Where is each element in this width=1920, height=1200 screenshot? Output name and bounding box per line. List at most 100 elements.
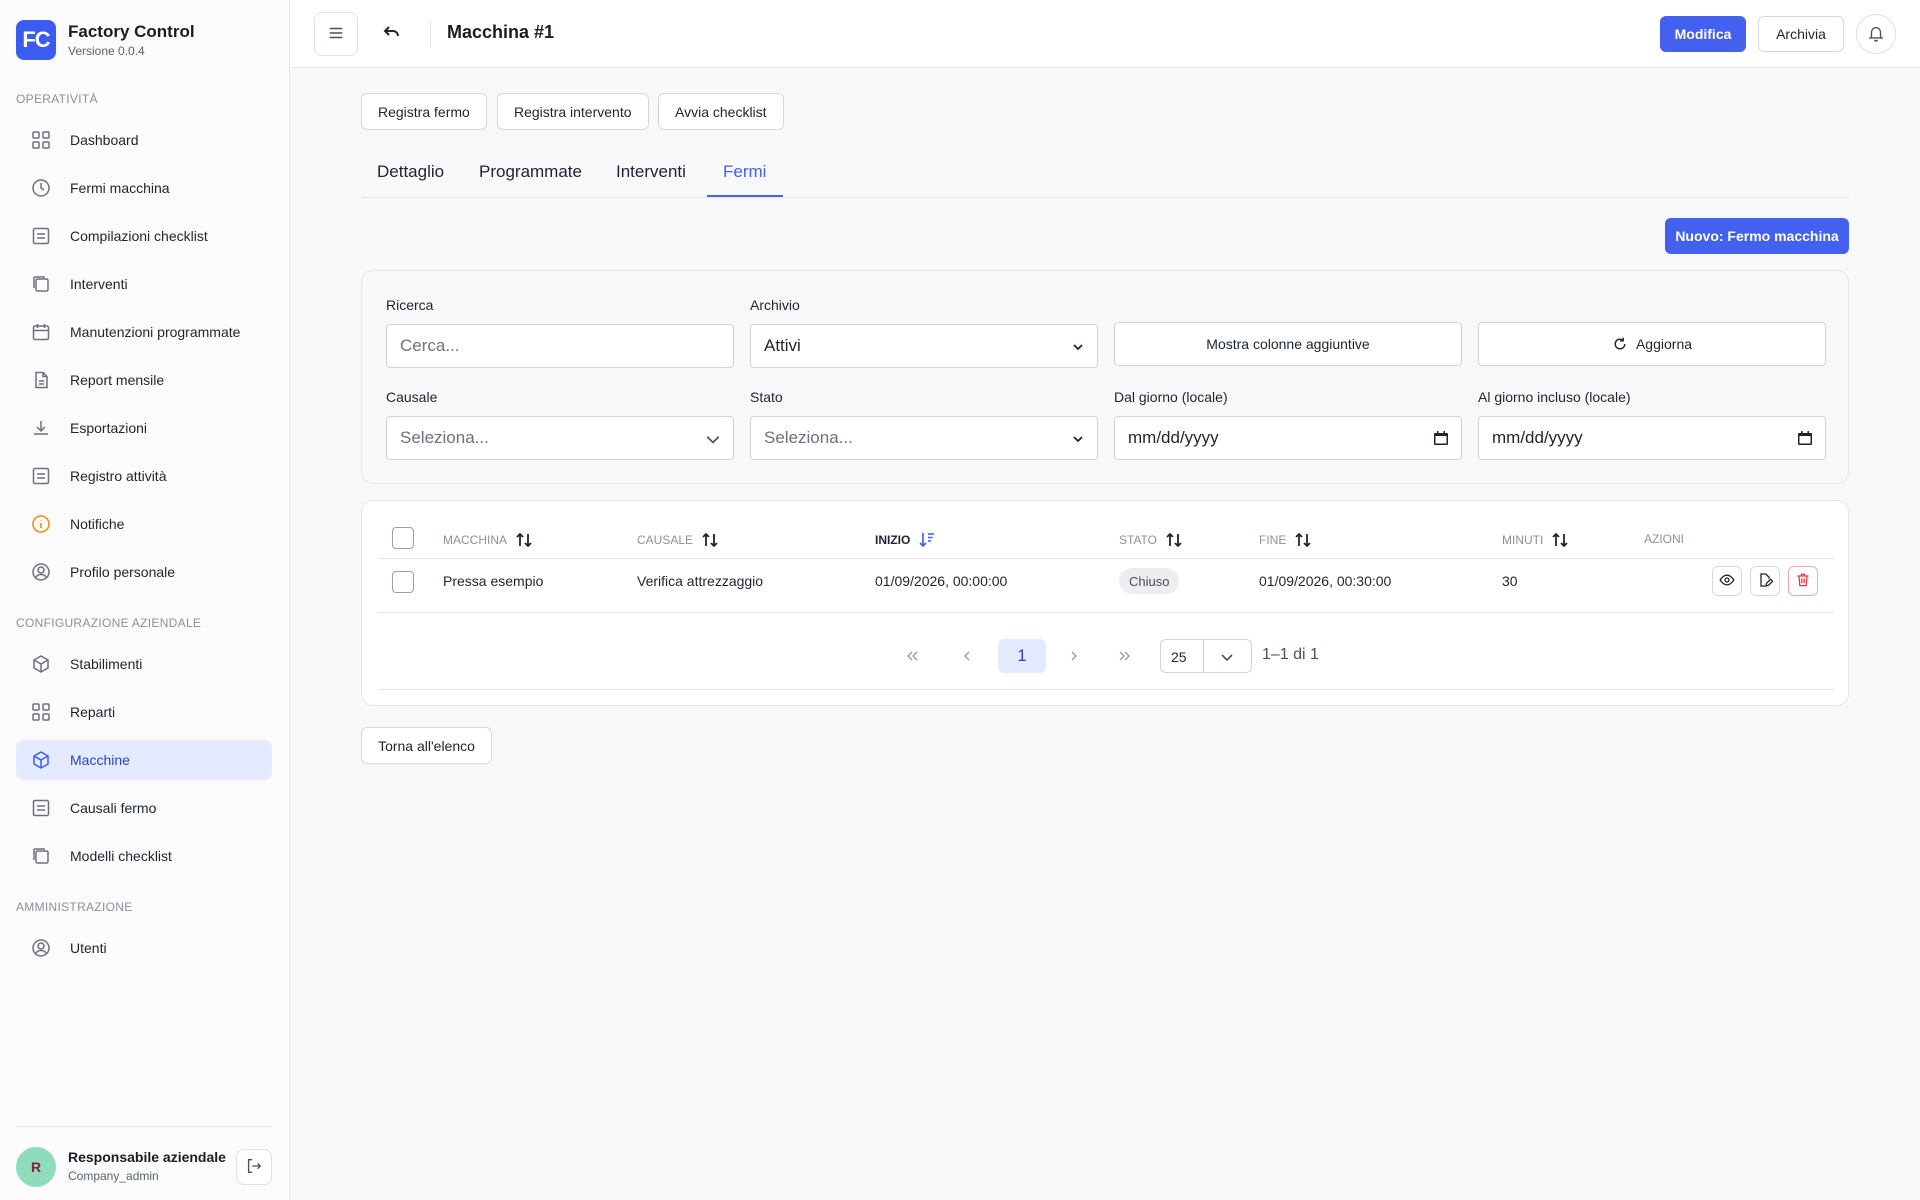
filter-panel: Ricerca Cerca... Archivio Attivi Mostra … bbox=[361, 270, 1849, 484]
sidebar-item-esportazioni[interactable]: Esportazioni bbox=[16, 408, 272, 448]
rows-per-page-select[interactable]: 25 bbox=[1160, 639, 1252, 673]
sidebar-item-label: Fermi macchina bbox=[70, 180, 170, 196]
calendar-icon[interactable] bbox=[1797, 430, 1813, 451]
search-label: Ricerca bbox=[386, 297, 434, 313]
grid-icon bbox=[30, 129, 52, 151]
report-icon bbox=[30, 369, 52, 391]
row-checkbox[interactable] bbox=[392, 571, 414, 593]
tab-programmate[interactable]: Programmate bbox=[479, 162, 582, 182]
select-all-checkbox[interactable] bbox=[392, 527, 414, 549]
edit-button[interactable]: Modifica bbox=[1660, 16, 1746, 52]
footer-divider bbox=[378, 689, 1834, 690]
back-to-list-button[interactable]: Torna all'elenco bbox=[361, 727, 492, 764]
list-icon bbox=[30, 797, 52, 819]
sidebar-item-label: Interventi bbox=[70, 276, 128, 292]
tab-interventi[interactable]: Interventi bbox=[616, 162, 686, 182]
sort-icon bbox=[701, 531, 719, 549]
search-input[interactable]: Cerca... bbox=[386, 324, 734, 368]
cell-start: 01/09/2026, 00:00:00 bbox=[875, 573, 1008, 589]
column-header-actions: AZIONI bbox=[1644, 532, 1684, 546]
sort-icon bbox=[1294, 531, 1312, 549]
sidebar-item-interventi[interactable]: Interventi bbox=[16, 264, 272, 304]
edit-document-icon bbox=[1757, 572, 1774, 591]
register-intervention-button[interactable]: Registra intervento bbox=[497, 93, 649, 130]
refresh-button[interactable]: Aggiorna bbox=[1478, 322, 1826, 366]
tabs: Dettaglio Programmate Interventi Fermi bbox=[361, 150, 1849, 198]
last-page-button[interactable] bbox=[1110, 640, 1140, 674]
edit-row-button[interactable] bbox=[1750, 566, 1780, 596]
header-divider bbox=[378, 558, 1834, 559]
sidebar-item-fermi-macchina[interactable]: Fermi macchina bbox=[16, 168, 272, 208]
download-icon bbox=[30, 417, 52, 439]
prev-page-button[interactable] bbox=[952, 640, 982, 674]
refresh-label: Aggiorna bbox=[1635, 336, 1693, 352]
sidebar-item-utenti[interactable]: Utenti bbox=[16, 928, 272, 968]
first-page-button[interactable] bbox=[897, 640, 927, 674]
show-columns-button[interactable]: Mostra colonne aggiuntive bbox=[1114, 322, 1462, 366]
chevrons-right-icon bbox=[1117, 648, 1133, 667]
chevron-down-icon bbox=[1071, 431, 1085, 451]
column-header-machine[interactable]: MACCHINA bbox=[443, 531, 533, 549]
column-label: MACCHINA bbox=[443, 533, 508, 547]
sidebar-item-macchine[interactable]: Macchine bbox=[16, 740, 272, 780]
sidebar-item-label: Utenti bbox=[70, 940, 107, 956]
column-header-status[interactable]: STATO bbox=[1119, 531, 1183, 549]
chevron-down-icon bbox=[1219, 649, 1235, 668]
copy-icon bbox=[30, 273, 52, 295]
trash-icon bbox=[1795, 572, 1811, 591]
logout-button[interactable] bbox=[236, 1149, 272, 1185]
tab-fermi[interactable]: Fermi bbox=[723, 162, 766, 182]
sidebar-item-reparti[interactable]: Reparti bbox=[16, 692, 272, 732]
calendar-icon[interactable] bbox=[1433, 430, 1449, 451]
sidebar-item-report-mensile[interactable]: Report mensile bbox=[16, 360, 272, 400]
logout-icon bbox=[245, 1157, 263, 1178]
menu-toggle-button[interactable] bbox=[314, 12, 358, 56]
sidebar-item-profilo-personale[interactable]: Profilo personale bbox=[16, 552, 272, 592]
sidebar-item-label: Esportazioni bbox=[70, 420, 148, 436]
status-select[interactable]: Seleziona... bbox=[750, 416, 1098, 460]
register-stop-button[interactable]: Registra fermo bbox=[361, 93, 487, 130]
column-header-start[interactable]: INIZIO bbox=[875, 531, 936, 549]
archive-select[interactable]: Attivi bbox=[750, 324, 1098, 368]
sidebar-item-dashboard[interactable]: Dashboard bbox=[16, 120, 272, 160]
section-title-amministrazione: AMMINISTRAZIONE bbox=[16, 900, 133, 914]
back-button[interactable] bbox=[370, 12, 414, 56]
chevron-left-icon bbox=[959, 648, 975, 667]
column-header-minutes[interactable]: MINUTI bbox=[1502, 531, 1569, 549]
archive-button[interactable]: Archivia bbox=[1758, 16, 1844, 52]
sort-descending-icon bbox=[918, 531, 936, 549]
column-label: INIZIO bbox=[875, 533, 911, 547]
archive-select-value: Attivi bbox=[764, 336, 801, 355]
column-header-end[interactable]: FINE bbox=[1259, 531, 1312, 549]
clock-icon bbox=[30, 177, 52, 199]
column-header-cause[interactable]: CAUSALE bbox=[637, 531, 719, 549]
sidebar-item-stabilimenti[interactable]: Stabilimenti bbox=[16, 644, 272, 684]
sidebar-item-compilazioni-checklist[interactable]: Compilazioni checklist bbox=[16, 216, 272, 256]
from-date-input[interactable]: mm/dd/yyyy bbox=[1114, 416, 1462, 460]
sidebar-item-registro-attivita[interactable]: Registro attività bbox=[16, 456, 272, 496]
cause-select-placeholder: Seleziona... bbox=[400, 428, 489, 447]
cause-select[interactable]: Seleziona... bbox=[386, 416, 734, 460]
status-badge: Chiuso bbox=[1119, 568, 1180, 594]
brand[interactable]: FC Factory Control Versione 0.0.4 bbox=[16, 20, 195, 60]
page-button-current[interactable]: 1 bbox=[998, 639, 1046, 673]
sidebar-item-label: Macchine bbox=[70, 752, 130, 768]
notifications-button[interactable] bbox=[1856, 14, 1896, 54]
sidebar-item-modelli-checklist[interactable]: Modelli checklist bbox=[16, 836, 272, 876]
new-machine-stop-button[interactable]: Nuovo: Fermo macchina bbox=[1665, 218, 1849, 254]
sidebar-item-label: Notifiche bbox=[70, 516, 125, 532]
box-icon bbox=[30, 749, 52, 771]
next-page-button[interactable] bbox=[1059, 640, 1089, 674]
sidebar-item-notifiche[interactable]: Notifiche bbox=[16, 504, 272, 544]
tab-dettaglio[interactable]: Dettaglio bbox=[377, 162, 444, 182]
start-checklist-button[interactable]: Avvia checklist bbox=[658, 93, 784, 130]
to-date-input[interactable]: mm/dd/yyyy bbox=[1478, 416, 1826, 460]
sidebar-item-label: Registro attività bbox=[70, 468, 167, 484]
delete-button[interactable] bbox=[1788, 566, 1818, 596]
sidebar-item-label: Manutenzioni programmate bbox=[70, 324, 241, 340]
sidebar-item-manutenzioni-programmate[interactable]: Manutenzioni programmate bbox=[16, 312, 272, 352]
sidebar-item-causali-fermo[interactable]: Causali fermo bbox=[16, 788, 272, 828]
view-button[interactable] bbox=[1712, 566, 1742, 596]
from-date-placeholder: mm/dd/yyyy bbox=[1128, 428, 1219, 447]
sort-icon bbox=[515, 531, 533, 549]
